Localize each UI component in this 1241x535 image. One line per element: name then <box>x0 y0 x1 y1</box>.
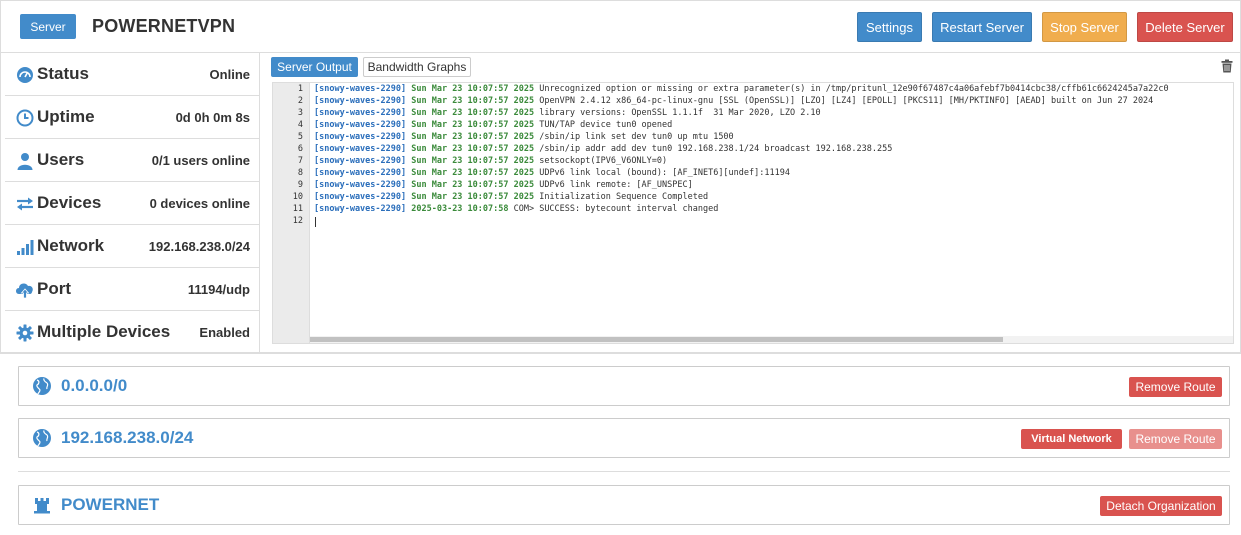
status-value: 11194/udp <box>187 282 250 297</box>
log-line: [snowy-waves-2290] Sun Mar 23 10:07:57 2… <box>314 120 673 130</box>
line-number: 12 <box>292 216 303 226</box>
log-line: [snowy-waves-2290] Sun Mar 23 10:07:57 2… <box>314 96 1154 106</box>
status-value: 0/1 users online <box>151 153 250 168</box>
globe-icon <box>32 376 52 396</box>
line-number: 6 <box>297 144 303 154</box>
gear-icon <box>15 323 35 343</box>
log-lines: [snowy-waves-2290] Sun Mar 23 10:07:57 2… <box>314 83 1233 333</box>
line-number: 10 <box>292 192 303 202</box>
status-row-multiple-devices: Multiple Devices Enabled <box>5 311 260 354</box>
status-label: Uptime <box>37 107 95 126</box>
line-number: 9 <box>297 180 303 190</box>
transfer-icon <box>15 194 35 214</box>
server-label-badge: Server <box>20 14 76 39</box>
trash-icon[interactable] <box>1220 59 1234 73</box>
line-number: 7 <box>297 156 303 166</box>
dashboard-icon <box>15 65 35 85</box>
status-label: Port <box>37 279 71 298</box>
route-card: 0.0.0.0/0 Remove Route <box>18 366 1230 406</box>
routes-section: 0.0.0.0/0 Remove Route 192.168.238.0/24 … <box>0 353 1241 535</box>
restart-server-button[interactable]: Restart Server <box>932 12 1032 42</box>
status-row-port: Port 11194/udp <box>5 268 260 311</box>
status-value: 192.168.238.0/24 <box>148 239 250 254</box>
route-network: 192.168.238.0/24 <box>61 428 194 447</box>
status-value: Online <box>209 67 250 82</box>
cloud-upload-icon <box>15 280 35 300</box>
status-value: Enabled <box>199 325 250 340</box>
horizontal-scrollbar[interactable] <box>310 336 1233 343</box>
section-divider <box>18 471 1230 472</box>
status-label: Multiple Devices <box>37 322 171 341</box>
log-line: [snowy-waves-2290] Sun Mar 23 10:07:57 2… <box>314 144 893 154</box>
detach-organization-button[interactable]: Detach Organization <box>1100 496 1222 516</box>
settings-button[interactable]: Settings <box>857 12 922 42</box>
log-line: [snowy-waves-2290] 2025-03-23 10:07:58 C… <box>314 204 719 214</box>
line-number: 5 <box>297 132 303 142</box>
tab-bandwidth-graphs[interactable]: Bandwidth Graphs <box>363 57 471 77</box>
signal-icon <box>15 237 35 257</box>
tab-server-output[interactable]: Server Output <box>271 57 358 77</box>
scrollbar-thumb[interactable] <box>310 337 1003 342</box>
output-area: Server Output Bandwidth Graphs 1 2 3 4 5… <box>266 53 1241 353</box>
status-row-uptime: Uptime 0d 0h 0m 8s <box>5 96 260 139</box>
user-icon <box>15 151 35 171</box>
line-number: 4 <box>297 120 303 130</box>
route-network: 0.0.0.0/0 <box>61 376 128 395</box>
status-label: Devices <box>37 193 102 212</box>
log-line: [snowy-waves-2290] Sun Mar 23 10:07:57 2… <box>314 84 1169 94</box>
status-row-devices: Devices 0 devices online <box>5 182 260 225</box>
remove-route-button[interactable]: Remove Route <box>1129 377 1222 397</box>
server-header: Server POWERNETVPN Settings Restart Serv… <box>1 1 1241 53</box>
line-number: 11 <box>292 204 303 214</box>
status-row-status: Status Online <box>5 53 260 96</box>
log-line: [snowy-waves-2290] Sun Mar 23 10:07:57 2… <box>314 180 693 190</box>
tower-icon <box>32 495 52 515</box>
virtual-network-badge: Virtual Network <box>1021 429 1122 449</box>
status-label: Users <box>37 150 85 169</box>
organization-card: POWERNET Detach Organization <box>18 485 1230 525</box>
status-row-network: Network 192.168.238.0/24 <box>5 225 260 268</box>
server-panel: Server POWERNETVPN Settings Restart Serv… <box>0 0 1241 354</box>
line-number: 2 <box>297 96 303 106</box>
remove-route-button-disabled[interactable]: Remove Route <box>1129 429 1222 449</box>
status-value: 0d 0h 0m 8s <box>175 110 250 125</box>
status-label: Network <box>37 236 105 255</box>
server-status-list: Status Online Uptime 0d 0h 0m 8s Users 0… <box>5 53 260 354</box>
status-value: 0 devices online <box>149 196 250 211</box>
organization-name[interactable]: POWERNET <box>61 495 159 515</box>
route-card: 192.168.238.0/24 Virtual Network Remove … <box>18 418 1230 458</box>
delete-server-button[interactable]: Delete Server <box>1137 12 1233 42</box>
line-number: 8 <box>297 168 303 178</box>
stop-server-button[interactable]: Stop Server <box>1042 12 1127 42</box>
status-label: Status <box>37 64 89 83</box>
text-cursor <box>315 217 316 227</box>
line-number: 3 <box>297 108 303 118</box>
line-number: 1 <box>297 84 303 94</box>
server-output-log[interactable]: 1 2 3 4 5 6 7 8 9 10 11 12 [snowy-waves-… <box>272 82 1234 344</box>
globe-icon <box>32 428 52 448</box>
status-row-users: Users 0/1 users online <box>5 139 260 182</box>
line-number-gutter: 1 2 3 4 5 6 7 8 9 10 11 12 <box>273 83 310 343</box>
log-line: [snowy-waves-2290] Sun Mar 23 10:07:57 2… <box>314 132 734 142</box>
server-name[interactable]: POWERNETVPN <box>92 16 235 37</box>
clock-icon <box>15 108 35 128</box>
log-line: [snowy-waves-2290] Sun Mar 23 10:07:57 2… <box>314 108 821 118</box>
log-line: [snowy-waves-2290] Sun Mar 23 10:07:57 2… <box>314 156 668 166</box>
log-line: [snowy-waves-2290] Sun Mar 23 10:07:57 2… <box>314 192 709 202</box>
log-line: [snowy-waves-2290] Sun Mar 23 10:07:57 2… <box>314 168 790 178</box>
